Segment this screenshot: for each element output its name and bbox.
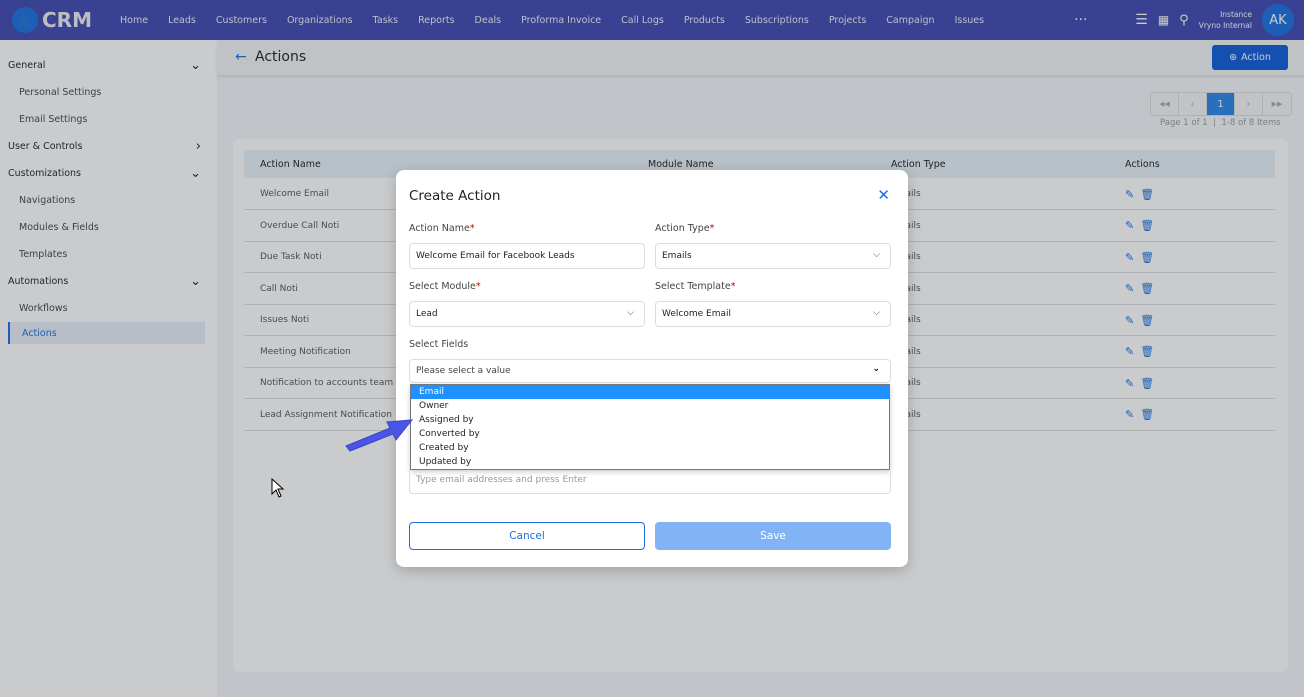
action-name-label: Action Name* [409,223,475,234]
email-addresses-textarea[interactable]: Type email addresses and press Enter [409,470,891,494]
annotation-arrow-icon [345,419,414,452]
fields-label: Select Fields [409,339,469,350]
chevron-down-icon: ⌵ [873,308,880,318]
action-name-input[interactable]: Welcome Email for Facebook Leads [409,243,645,269]
template-label: Select Template* [655,281,736,292]
chevron-down-icon: ⌵ [873,250,880,260]
create-action-modal: Create Action ✕ Action Name* Welcome Ema… [396,170,908,567]
modal-title: Create Action [409,188,501,204]
mouse-cursor-icon [271,478,285,498]
fields-select[interactable]: Please select a value ⌄ [409,359,891,383]
option-created-by[interactable]: Created by [411,441,889,455]
chevron-down-icon: ⌵ [627,308,634,318]
template-select[interactable]: Welcome Email ⌵ [655,301,891,327]
action-type-select[interactable]: Emails ⌵ [655,243,891,269]
option-owner[interactable]: Owner [411,399,889,413]
option-email[interactable]: Email [411,385,889,399]
chevron-down-icon: ⌄ [872,364,880,374]
module-label: Select Module* [409,281,481,292]
action-type-label: Action Type* [655,223,715,234]
close-icon[interactable]: ✕ [877,186,890,204]
option-updated-by[interactable]: Updated by [411,455,889,469]
option-converted-by[interactable]: Converted by [411,427,889,441]
module-select[interactable]: Lead ⌵ [409,301,645,327]
fields-dropdown-list: Email Owner Assigned by Converted by Created… [410,384,890,470]
cancel-button[interactable]: Cancel [409,522,645,550]
option-assigned-by[interactable]: Assigned by [411,413,889,427]
save-button[interactable]: Save [655,522,891,550]
